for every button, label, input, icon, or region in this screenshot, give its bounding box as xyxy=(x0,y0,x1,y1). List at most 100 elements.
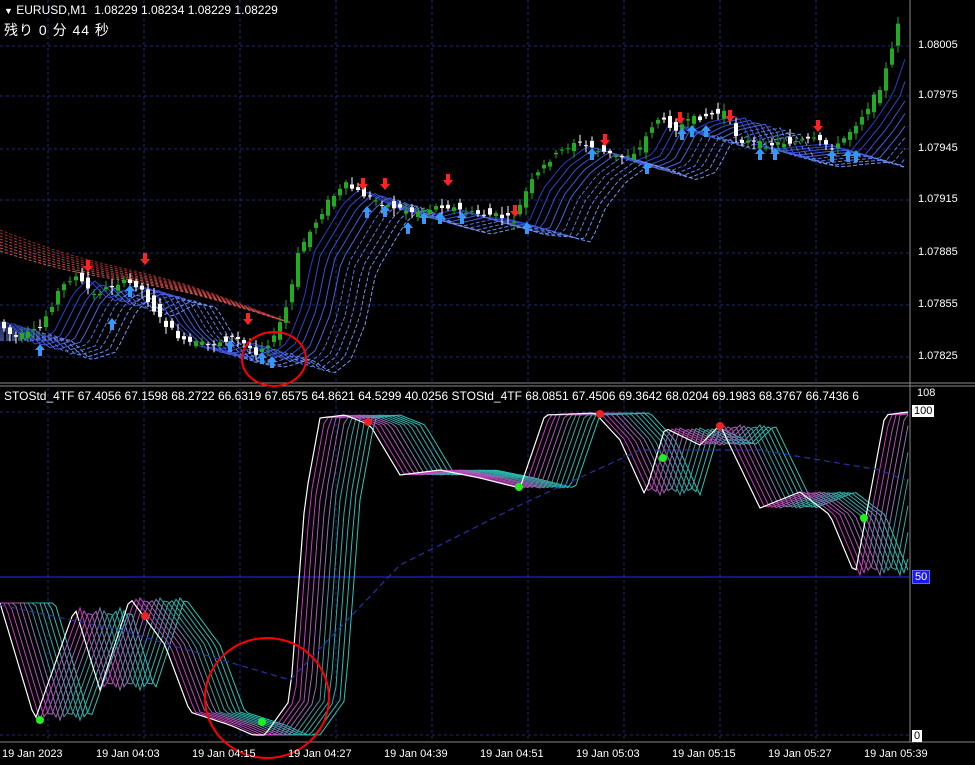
candle-body xyxy=(788,137,792,144)
time-tick-label: 19 Jan 05:03 xyxy=(576,748,640,760)
candle-body xyxy=(836,143,840,149)
time-tick-label: 19 Jan 2023 xyxy=(2,748,63,760)
candle-body xyxy=(692,116,696,124)
sell-arrow-icon xyxy=(243,313,253,325)
candle-body xyxy=(860,117,864,125)
candle-body xyxy=(2,321,6,329)
time-tick-label: 19 Jan 05:39 xyxy=(864,748,928,760)
candle-body xyxy=(32,328,36,330)
candle-body xyxy=(710,112,714,115)
level-0-label: 0 xyxy=(912,730,923,742)
level-50-label: 50 xyxy=(912,570,931,584)
candle-body xyxy=(8,327,12,335)
candle-body xyxy=(140,285,144,290)
moving-average-ribbon xyxy=(0,58,906,373)
candle-body xyxy=(356,187,360,191)
stochastic-lines xyxy=(0,410,909,736)
indicator-header: STOStd_4TF 67.4056 67.1598 68.2722 66.63… xyxy=(4,389,859,403)
candle-body xyxy=(656,119,660,124)
candle-body xyxy=(596,150,600,152)
buy-signal-dot xyxy=(36,716,44,724)
price-tick-label: 1.08005 xyxy=(918,39,958,51)
candle-body xyxy=(116,284,120,291)
highlight-circle xyxy=(204,637,330,759)
candle-body xyxy=(536,172,540,176)
candle-body xyxy=(188,336,192,342)
moving-average-line xyxy=(0,132,906,372)
candle-body xyxy=(482,214,486,216)
candle-body xyxy=(164,320,168,327)
candle-body xyxy=(626,155,630,157)
sell-arrow-icon xyxy=(83,260,93,272)
moving-average-line xyxy=(0,129,906,370)
candle-body xyxy=(530,179,534,194)
candle-body xyxy=(296,252,300,287)
candle-body xyxy=(458,202,462,210)
time-tick-label: 19 Jan 05:27 xyxy=(768,748,832,760)
candle-body xyxy=(764,147,768,149)
candle-body xyxy=(332,195,336,207)
candle-body xyxy=(38,327,42,329)
candle-body xyxy=(134,280,138,288)
dropdown-triangle-icon[interactable]: ▼ xyxy=(4,6,13,16)
candle-body xyxy=(776,142,780,145)
price-tick-label: 1.07885 xyxy=(918,246,958,258)
moving-average-line xyxy=(0,127,906,368)
moving-average-line xyxy=(0,81,906,358)
sell-arrow-icon xyxy=(600,134,610,146)
time-tick-label: 19 Jan 05:15 xyxy=(672,748,736,760)
candle-body xyxy=(104,287,108,290)
candle-body xyxy=(896,23,900,46)
candle-body xyxy=(590,140,594,148)
candle-body xyxy=(230,335,234,337)
price-tick-label: 1.07915 xyxy=(918,193,958,205)
candle-body xyxy=(416,211,420,218)
candle-body xyxy=(368,195,372,197)
candle-body xyxy=(110,286,114,288)
indicator-scale-top: 108 xyxy=(917,387,936,399)
sell-signal-dot xyxy=(596,410,604,418)
chart-canvas[interactable] xyxy=(0,0,975,765)
candle-body xyxy=(344,182,348,189)
moving-average-line xyxy=(0,100,906,360)
candle-body xyxy=(884,68,888,91)
candle-body xyxy=(242,340,246,344)
candle-body xyxy=(224,336,228,342)
candle-body xyxy=(218,342,222,347)
sell-signal-dot xyxy=(364,418,372,426)
candle-body xyxy=(578,141,582,143)
candle-body xyxy=(650,127,654,133)
candle-body xyxy=(152,295,156,312)
candle-body xyxy=(686,119,690,121)
candle-body xyxy=(272,335,276,342)
candle-body xyxy=(206,343,210,345)
moving-average-line xyxy=(0,113,906,362)
candle-body xyxy=(464,212,468,214)
candle-body xyxy=(98,293,102,295)
ohlc-values: 1.08229 1.08234 1.08229 1.08229 xyxy=(94,3,278,17)
candle-body xyxy=(92,293,96,295)
time-tick-label: 19 Jan 04:15 xyxy=(192,748,256,760)
candle-body xyxy=(278,322,282,340)
candle-body xyxy=(212,344,216,346)
candle-body xyxy=(608,150,612,154)
symbol-name: EURUSD,M1 xyxy=(16,3,87,17)
candle-body xyxy=(248,345,252,348)
candle-body xyxy=(614,155,618,158)
candle-body xyxy=(308,231,312,248)
candle-body xyxy=(818,134,822,141)
candle-body xyxy=(602,144,606,152)
candle-body xyxy=(824,140,828,145)
candle-body xyxy=(500,214,504,219)
buy-signal-dot xyxy=(860,514,868,522)
candle-body xyxy=(86,277,90,289)
candle-body xyxy=(176,330,180,339)
candle-body xyxy=(440,205,444,209)
candle-body xyxy=(68,281,72,283)
buy-arrow-icon xyxy=(362,206,372,218)
symbol-header[interactable]: ▼ EURUSD,M1 1.08229 1.08234 1.08229 1.08… xyxy=(4,3,278,17)
candle-body xyxy=(494,213,498,217)
candle-body xyxy=(14,335,18,337)
candle-body xyxy=(698,116,702,121)
candle-body xyxy=(890,48,894,65)
